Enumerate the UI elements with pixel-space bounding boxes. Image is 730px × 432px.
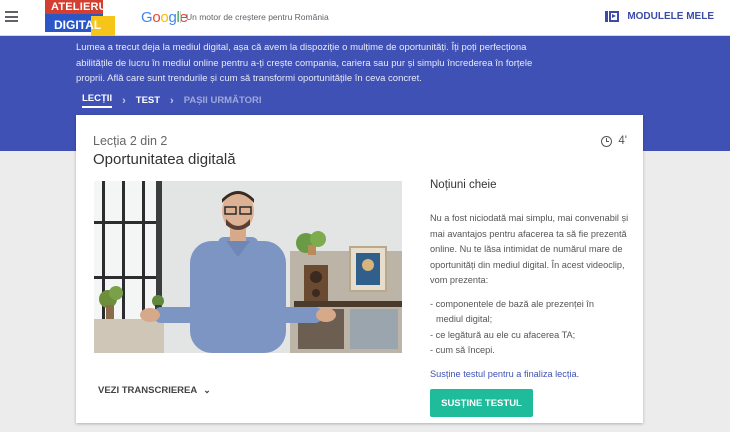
top-bar: ATELIERUL DIGITAL Google Un motor de cre… xyxy=(0,0,730,36)
logo-line-1: ATELIERUL xyxy=(51,1,114,13)
clock-icon xyxy=(601,135,613,147)
atelierul-digital-logo[interactable]: ATELIERUL DIGITAL xyxy=(45,0,119,36)
step-lessons[interactable]: LECȚII xyxy=(82,93,113,108)
lesson-duration: 4' xyxy=(601,135,627,147)
step-test[interactable]: TEST xyxy=(136,95,160,106)
take-test-button[interactable]: SUSȚINE TESTUL xyxy=(430,389,533,417)
hamburger-menu-icon[interactable] xyxy=(5,11,18,22)
view-transcript-label: VEZI TRANSCRIEREA xyxy=(98,385,198,396)
list-item: - componentele de bază ale prezenței în xyxy=(430,298,594,309)
take-test-link[interactable]: Susține testul pentru a finaliza lecția. xyxy=(430,369,579,379)
chevron-down-icon: ⌄ xyxy=(203,385,211,395)
key-notions-heading: Noțiuni cheie xyxy=(430,179,497,191)
key-notions-paragraph: Nu a fost niciodată mai simplu, mai conv… xyxy=(430,213,629,285)
lesson-number: Lecția 2 din 2 xyxy=(93,134,168,148)
step-next-steps[interactable]: PAȘII URMĂTORI xyxy=(184,95,262,106)
view-transcript-toggle[interactable]: VEZI TRANSCRIEREA ⌄ xyxy=(98,385,211,396)
lesson-card: Lecția 2 din 2 Oportunitatea digitală 4' xyxy=(76,115,643,423)
duration-value: 4' xyxy=(618,135,627,147)
my-modules-label: MODULELE MELE xyxy=(627,11,714,22)
list-item: mediul digital; xyxy=(436,314,493,324)
modules-icon xyxy=(605,11,620,22)
intro-text: Lumea a trecut deja la mediul digital, a… xyxy=(76,42,533,84)
tagline: Un motor de creștere pentru România xyxy=(186,12,329,22)
logo-line-2: DIGITAL xyxy=(54,18,102,32)
chevron-right-icon: › xyxy=(122,94,126,107)
video-frame-image xyxy=(94,181,402,353)
key-notions-panel: Noțiuni cheie Nu a fost niciodată mai si… xyxy=(430,179,630,359)
chevron-right-icon: › xyxy=(170,94,174,107)
my-modules-link[interactable]: MODULELE MELE xyxy=(605,11,714,22)
list-item: - cum să începi. xyxy=(430,345,495,355)
step-navigation: LECȚII › TEST › PAȘII URMĂTORI xyxy=(82,93,261,108)
lesson-title: Oportunitatea digitală xyxy=(93,151,236,168)
list-item: - ce legătură au ele cu afacerea TA; xyxy=(430,329,576,340)
key-notions-list: - componentele de bază ale prezenței în … xyxy=(430,297,630,359)
lesson-video[interactable] xyxy=(94,181,402,353)
tagline-divider xyxy=(180,11,181,23)
